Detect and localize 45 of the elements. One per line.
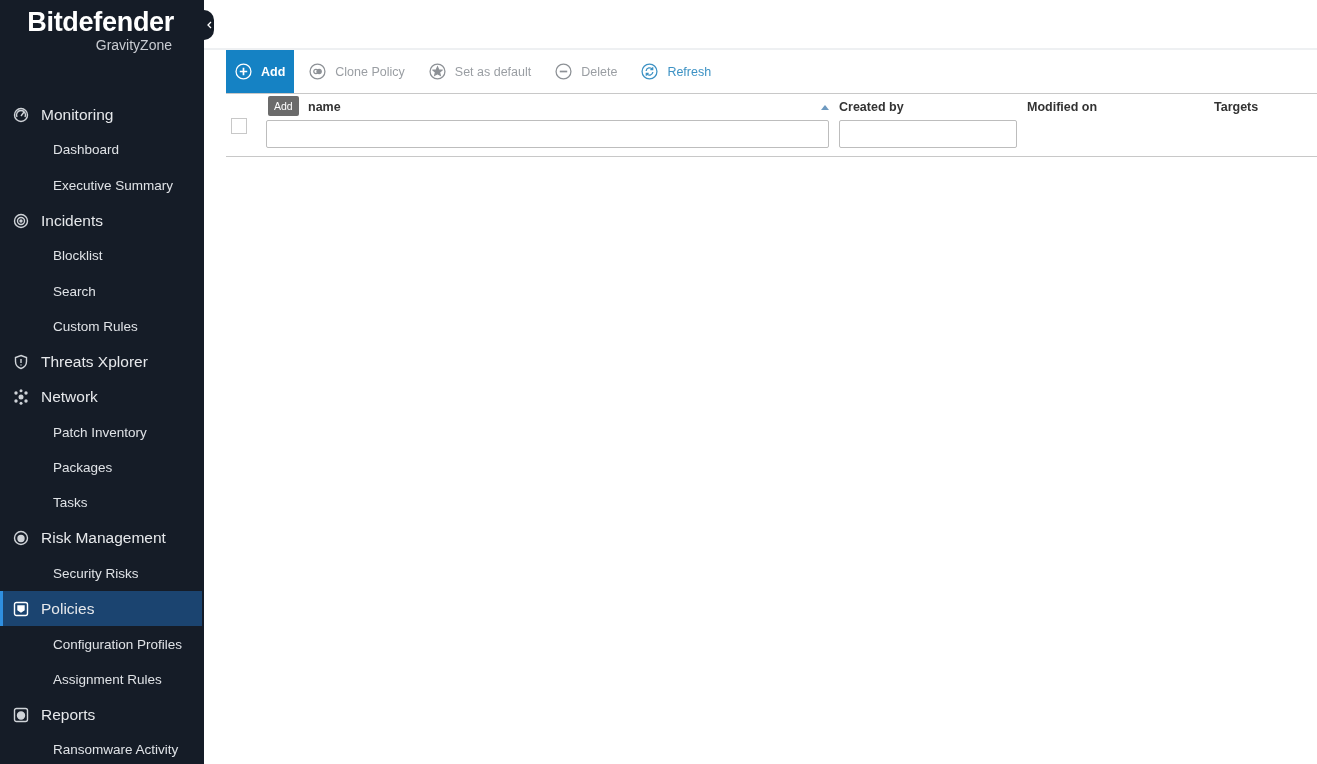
product-name: GravityZone — [95, 38, 172, 52]
filter-field[interactable] — [839, 120, 1017, 148]
column-header[interactable]: Created by — [839, 100, 904, 114]
plus-icon — [235, 63, 252, 80]
nav-item[interactable]: Search — [0, 273, 202, 309]
minus-icon — [555, 63, 573, 80]
nav-item[interactable]: Ransomware Activity — [0, 732, 202, 764]
nav-item[interactable]: Security Risks — [0, 555, 202, 592]
nav-section[interactable]: Policies — [0, 591, 202, 627]
nav-section[interactable]: Network — [0, 379, 202, 415]
select-all-checkbox[interactable] — [231, 118, 247, 134]
nav-item[interactable]: Packages — [0, 449, 202, 486]
gauge-icon — [13, 106, 29, 123]
network-icon — [13, 389, 29, 405]
clone-icon — [309, 63, 327, 80]
brand-logo: Bitdefender — [27, 6, 174, 38]
shield-icon — [13, 353, 29, 370]
nav-section[interactable]: Threats Xplorer — [0, 344, 202, 380]
filter-field[interactable] — [266, 120, 829, 148]
shield-check-icon — [13, 600, 29, 617]
column-header[interactable]: Modified on — [1027, 100, 1098, 114]
nav-section[interactable]: Reports — [0, 697, 202, 733]
refresh-icon — [641, 63, 659, 80]
radar-icon — [13, 530, 29, 547]
chevron-left-icon — [206, 21, 212, 29]
nav-section[interactable]: Incidents — [0, 202, 202, 239]
toolbar-button[interactable]: Refresh — [632, 50, 721, 93]
nav-item[interactable]: Configuration Profiles — [0, 626, 202, 662]
nav-section[interactable]: Risk Management — [0, 520, 202, 556]
column-header[interactable]: Targets — [1214, 100, 1259, 114]
nav-item[interactable]: Dashboard — [0, 132, 202, 168]
collapse-button[interactable] — [204, 10, 214, 40]
nav-item[interactable]: Blocklist — [0, 238, 202, 274]
nav-item[interactable]: Patch Inventory — [0, 414, 202, 450]
nav-item[interactable]: Assignment Rules — [0, 661, 202, 698]
column-header[interactable]: name — [308, 100, 341, 114]
nav-section[interactable]: Monitoring — [0, 97, 202, 133]
nav-item[interactable]: Custom Rules — [0, 308, 202, 345]
star-icon — [428, 63, 446, 80]
report-icon — [13, 706, 29, 723]
toolbar-button[interactable]: Add — [226, 50, 295, 93]
tooltip: Add — [268, 96, 299, 116]
nav-item[interactable]: Executive Summary — [0, 167, 202, 203]
nav-item[interactable]: Tasks — [0, 485, 202, 521]
target-icon — [13, 212, 29, 229]
